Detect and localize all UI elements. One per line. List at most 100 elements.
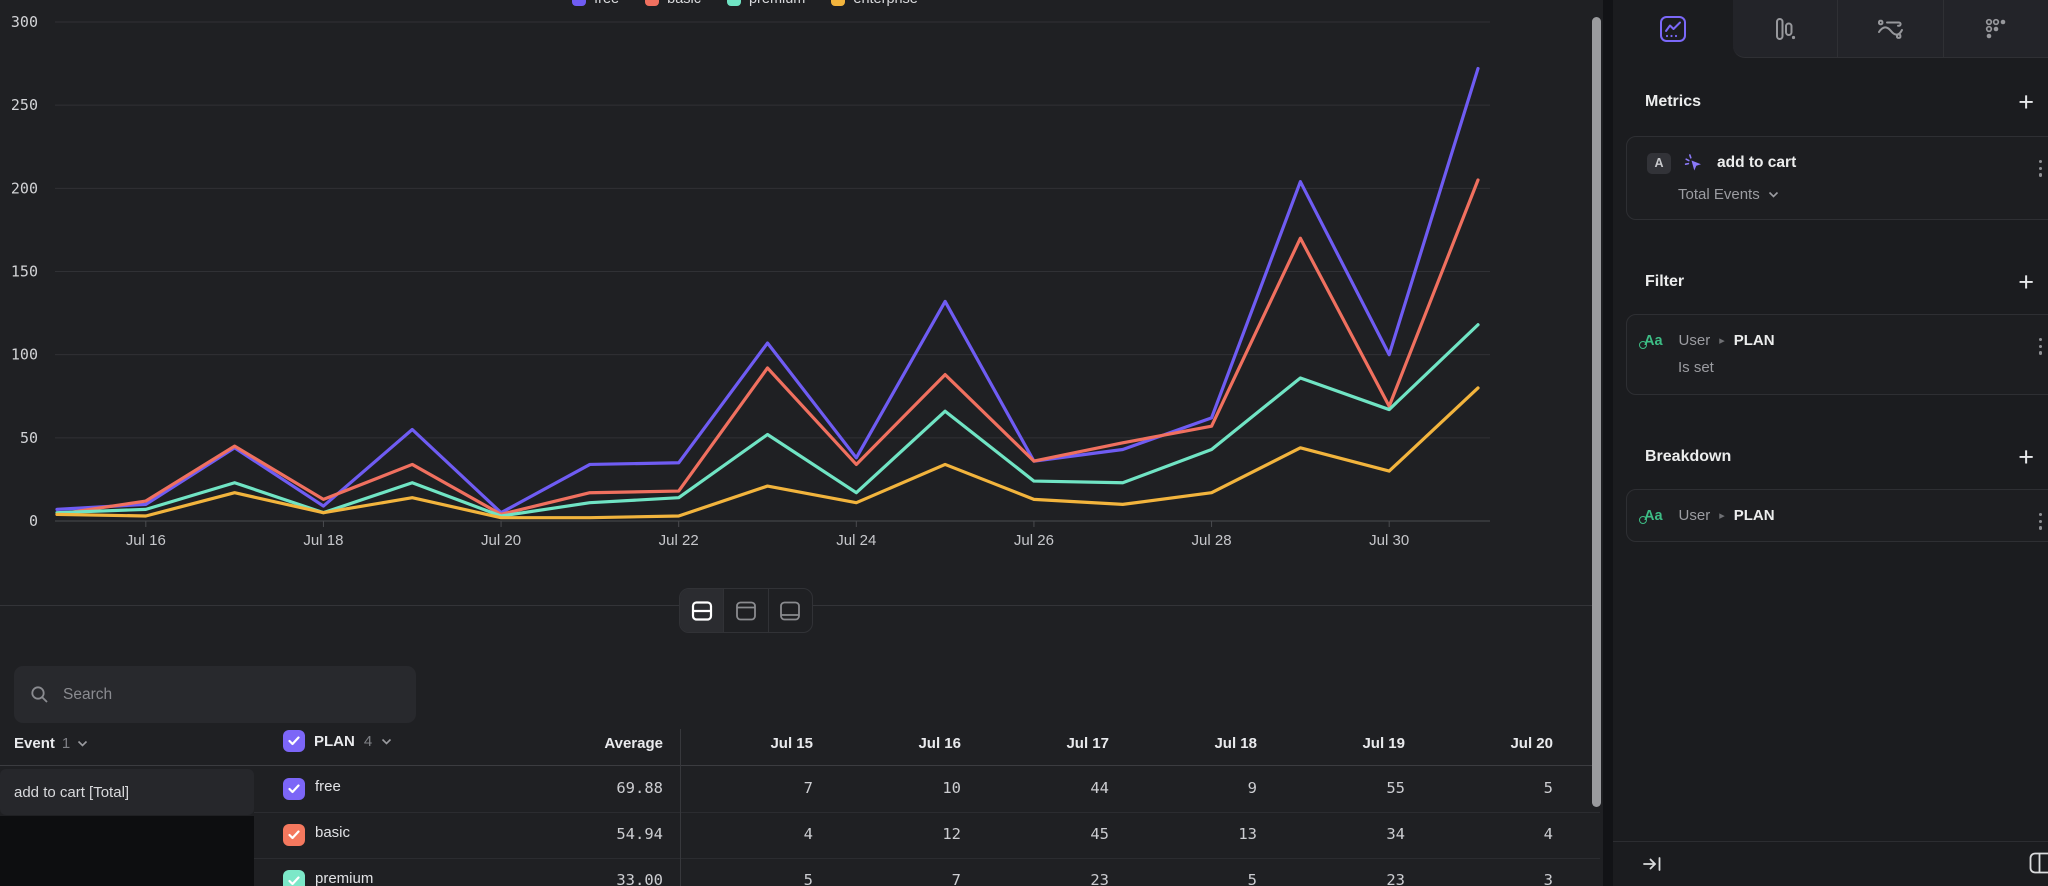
chevron-down-icon <box>77 740 88 747</box>
tab-more-charts[interactable] <box>1943 0 2048 57</box>
add-breakdown-button[interactable]: + <box>2014 447 2038 467</box>
bar-chart-icon <box>1772 16 1798 42</box>
breakdown-title: Breakdown <box>1645 448 1731 466</box>
free-checkbox[interactable] <box>283 778 305 800</box>
breakdown-card[interactable]: Aa User ▸ PLAN <box>1626 489 2048 542</box>
legend-item-free[interactable]: free <box>572 0 619 7</box>
legend-label: enterprise <box>853 0 917 7</box>
breakdown-property: PLAN <box>1734 507 1775 524</box>
plan-column-header[interactable]: PLAN 4 <box>283 730 392 752</box>
row-average: 69.88 <box>523 779 663 797</box>
x-axis-label: Jul 24 <box>836 532 876 549</box>
tab-bar-chart[interactable] <box>1733 0 1837 57</box>
metric-event-name: add to cart <box>1717 154 1796 172</box>
view-toggle-footer-bottom[interactable] <box>768 589 812 632</box>
tab-flow[interactable] <box>1837 0 1942 57</box>
row-value: 23 <box>969 871 1109 886</box>
panel-divider <box>1603 0 1613 886</box>
plan-select-all-checkbox[interactable] <box>283 730 305 752</box>
metric-measure-dropdown[interactable]: Total Events <box>1627 174 2048 219</box>
row-average: 33.00 <box>523 871 663 886</box>
legend-item-enterprise[interactable]: enterprise <box>831 0 917 7</box>
metrics-section-header: Metrics + <box>1613 92 2048 112</box>
premium-checkbox[interactable] <box>283 870 305 886</box>
table-header: Event 1 PLAN 4 Average Jul 15Jul 16Jul 1… <box>0 727 1600 765</box>
date-column-header: Jul 15 <box>673 735 813 752</box>
breakdown-section-header: Breakdown + <box>1613 447 2048 467</box>
config-panel: Metrics + A add to cart Total Events Fil… <box>1613 0 2048 886</box>
legend-label: basic <box>667 0 701 7</box>
breakdown-entity: User <box>1679 507 1711 524</box>
row-label: premium <box>315 870 373 886</box>
add-metric-button[interactable]: + <box>2014 92 2038 112</box>
row-value: 34 <box>1265 825 1405 843</box>
table-row-free: free69.88710449555 <box>254 766 1600 813</box>
x-axis-label: Jul 18 <box>303 532 343 549</box>
check-icon <box>288 736 300 746</box>
columns-layout-button[interactable] <box>2029 852 2048 874</box>
x-axis-label: Jul 30 <box>1369 532 1409 549</box>
tab-line-chart[interactable] <box>1613 0 1733 58</box>
row-value: 4 <box>1413 825 1553 843</box>
filter-section-header: Filter + <box>1613 272 2048 292</box>
metric-options-kebab[interactable] <box>2036 157 2045 180</box>
view-toggle-header-top[interactable] <box>723 589 767 632</box>
text-property-icon: Aa <box>1644 333 1663 349</box>
filter-title: Filter <box>1645 273 1684 291</box>
event-row-label[interactable]: add to cart [Total] <box>0 769 254 815</box>
row-value: 5 <box>1413 779 1553 797</box>
plan-header-label: PLAN <box>314 733 355 750</box>
legend-item-premium[interactable]: premium <box>727 0 805 7</box>
row-value: 7 <box>821 871 961 886</box>
columns-icon <box>2029 852 2048 874</box>
view-toggle-split-rows[interactable] <box>680 589 723 632</box>
legend-item-basic[interactable]: basic <box>645 0 701 7</box>
legend-swatch <box>645 0 659 6</box>
series-line-free <box>57 69 1478 513</box>
vertical-scrollbar[interactable] <box>1592 17 1601 807</box>
add-filter-button[interactable]: + <box>2014 272 2038 292</box>
line-chart-icon <box>1659 15 1687 43</box>
collapse-panel-button[interactable] <box>1641 855 1663 873</box>
table-left-gutter <box>0 816 254 886</box>
panel-tabs <box>1613 0 2048 58</box>
chevron-down-icon <box>1768 191 1779 198</box>
row-value: 4 <box>673 825 813 843</box>
caret-right-icon: ▸ <box>1719 334 1725 347</box>
x-axis-label: Jul 26 <box>1014 532 1054 549</box>
event-column-header[interactable]: Event 1 <box>14 735 88 752</box>
filter-options-kebab[interactable] <box>2036 335 2045 358</box>
row-value: 55 <box>1265 779 1405 797</box>
table-row-basic: basic54.944124513344 <box>254 812 1600 859</box>
date-column-header: Jul 19 <box>1265 735 1405 752</box>
row-label: free <box>315 778 341 795</box>
y-axis-label: 300 <box>11 13 38 31</box>
row-value: 3 <box>1413 871 1553 886</box>
metric-card[interactable]: A add to cart Total Events <box>1626 136 2048 220</box>
event-header-label: Event <box>14 735 55 752</box>
x-axis-label: Jul 22 <box>659 532 699 549</box>
metric-letter-badge: A <box>1647 153 1671 174</box>
filter-card[interactable]: Aa User ▸ PLAN Is set <box>1626 314 2048 395</box>
header-top-icon <box>735 601 757 621</box>
row-value: 12 <box>821 825 961 843</box>
row-average: 54.94 <box>523 825 663 843</box>
footer-bottom-icon <box>779 601 801 621</box>
row-label: basic <box>315 824 350 841</box>
legend-label: premium <box>749 0 805 7</box>
arrow-to-right-icon <box>1641 855 1663 873</box>
date-column-header: Jul 20 <box>1413 735 1553 752</box>
plan-count: 4 <box>364 733 372 750</box>
filter-condition[interactable]: Is set <box>1627 349 2048 394</box>
search-box[interactable] <box>14 666 416 723</box>
search-input[interactable] <box>61 685 400 705</box>
x-axis-label: Jul 20 <box>481 532 521 549</box>
y-axis-label: 50 <box>20 429 38 447</box>
y-axis-label: 200 <box>11 179 38 197</box>
row-value: 7 <box>673 779 813 797</box>
x-axis-label: Jul 28 <box>1192 532 1232 549</box>
basic-checkbox[interactable] <box>283 824 305 846</box>
filter-entity: User <box>1679 332 1711 349</box>
legend-swatch <box>727 0 741 6</box>
breakdown-options-kebab[interactable] <box>2036 510 2045 533</box>
